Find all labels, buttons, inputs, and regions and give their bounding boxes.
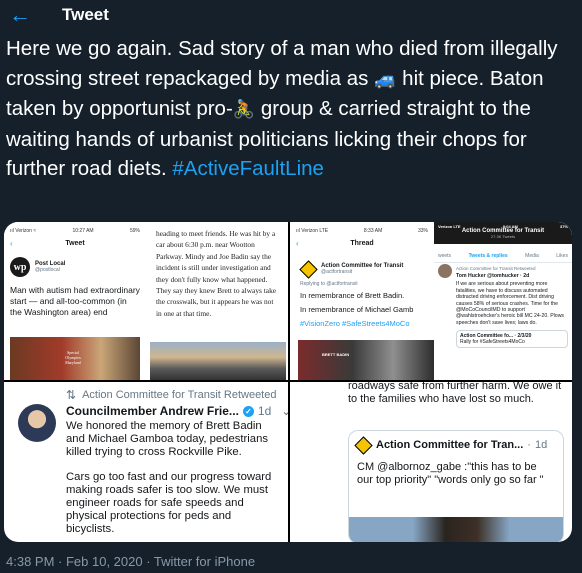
thread-line-2: In remembrance of Michael Gamb bbox=[300, 305, 414, 314]
retweet-icon: ⇅ bbox=[66, 388, 77, 402]
status-carrier: ııl Verizon ≈ bbox=[10, 228, 37, 234]
quote-header: Action Committee for Tran... · 1d bbox=[353, 435, 563, 455]
rt-text: If we are serious about preventing more … bbox=[456, 281, 565, 326]
author-row: Councilmember Andrew Frie... ✓ 1d ⌄ bbox=[66, 404, 288, 418]
tweet-meta: 4:38 PM · Feb 10, 2020 · Twitter for iPh… bbox=[6, 554, 256, 569]
article-text: heading to meet friends. He was hit by a… bbox=[156, 229, 277, 318]
tab-media: Media bbox=[525, 253, 539, 259]
thread-text: In remembrance of Brett Badin. In rememb… bbox=[300, 289, 434, 331]
thread-line-1: In remembrance of Brett Badin. bbox=[300, 291, 405, 300]
page-title: Tweet bbox=[62, 5, 109, 24]
car-emoji: 🚙 bbox=[374, 68, 397, 89]
status-bar: ııl Verizon LTE 8:33 AM 33% bbox=[290, 222, 434, 234]
warning-sign-icon bbox=[353, 435, 373, 455]
chevron-left-icon: ‹ bbox=[296, 239, 299, 248]
tab-tweets-replies: Tweets & replies bbox=[468, 253, 508, 259]
post-text: Man with autism had extraordinary start … bbox=[10, 285, 140, 317]
profile-subtitle: 27.3K Tweets bbox=[490, 234, 516, 239]
warning-sign-icon bbox=[298, 259, 318, 279]
status-time: 10:27 AM bbox=[72, 228, 94, 234]
account-row: Action Committee for Transit @actfortran… bbox=[298, 259, 434, 279]
arrow-left-icon[interactable]: ← bbox=[0, 0, 40, 30]
photo-caption: BRETT BADIN bbox=[322, 352, 350, 357]
continuation-text: roadways safe from further harm. We owe … bbox=[348, 382, 562, 405]
screenshot-article-panel: heading to meet friends. He was hit by a… bbox=[146, 222, 288, 380]
quote-tweet-card: Action Committee for Tran... · 1d CM @al… bbox=[348, 430, 564, 542]
top-bar: ← Tweet bbox=[0, 0, 582, 30]
tweet-time: 1d bbox=[257, 404, 272, 418]
media-image-3[interactable]: ⇅ Action Committee for Transit Retweeted… bbox=[4, 382, 288, 542]
retweet-label-text: Action Committee for Transit Retweeted bbox=[82, 389, 277, 401]
wp-logo-icon: wp bbox=[10, 257, 30, 277]
thread-hashtags: #VisionZero #SafeStreets4MoCo bbox=[300, 319, 410, 328]
quote-card: Action Committee fo... · 2/3/20 Rally fo… bbox=[456, 330, 568, 349]
tweet-text: Here we go again. Sad story of a man who… bbox=[6, 34, 578, 184]
verified-icon: ✓ bbox=[242, 406, 254, 418]
tab-likes: Likes bbox=[556, 253, 568, 259]
profile-tabs: weets Tweets & replies Media Likes bbox=[434, 250, 572, 263]
profile-header: Verizon LTE 8:04 AM 37% Action Committee… bbox=[434, 222, 572, 244]
cyclist-emoji: 🚴 bbox=[232, 99, 256, 119]
quote-author: Action Committee for Tran... bbox=[376, 439, 524, 451]
quote-text: CM @albornoz_gabe :"this has to be our t… bbox=[357, 461, 544, 486]
mini-title: Thread bbox=[350, 240, 374, 247]
tab-tweets: weets bbox=[438, 253, 452, 259]
status-battery: 33% bbox=[417, 228, 428, 234]
rt-author: Tom Hucker @tomhucker · 2d bbox=[456, 273, 530, 279]
media-image-2[interactable]: ııl Verizon LTE 8:33 AM 33% ‹ Thread Act… bbox=[290, 222, 572, 380]
quote-time: 1d bbox=[534, 439, 548, 451]
media-image-1[interactable]: ııl Verizon ≈ 10:27 AM 59% ‹ Tweet wp Po… bbox=[4, 222, 288, 380]
screenshot-tweet-panel: ııl Verizon ≈ 10:27 AM 59% ‹ Tweet wp Po… bbox=[4, 222, 146, 380]
retweet-para-2: Cars go too fast and our progress toward… bbox=[66, 470, 272, 536]
author-name: Councilmember Andrew Frie... bbox=[66, 404, 239, 418]
mini-title: Tweet bbox=[65, 240, 85, 247]
quote-text: Rally for #SafeStreets4MoCo bbox=[460, 339, 525, 346]
hashtag-link[interactable]: #ActiveFaultLine bbox=[172, 157, 324, 180]
road-photo bbox=[150, 342, 286, 380]
status-time: 8:04 AM bbox=[502, 224, 518, 229]
memorial-photo: BRETT BADIN bbox=[298, 340, 434, 380]
quote-time-sep: · bbox=[527, 439, 531, 451]
retweet-para-1: We honored the memory of Brett Badin and… bbox=[66, 420, 268, 459]
chevron-left-icon: ‹ bbox=[10, 239, 13, 248]
retweet-body: We honored the memory of Brett Badin and… bbox=[66, 420, 282, 542]
screenshot-profile-panel: Verizon LTE 8:04 AM 37% Action Committee… bbox=[434, 222, 572, 380]
account-handle: @postlocal bbox=[35, 267, 60, 273]
replying-to: Replying to @actfortransit bbox=[300, 281, 358, 287]
account-row: wp Post Local @postlocal bbox=[10, 257, 146, 277]
chevron-down-icon: ⌄ bbox=[281, 404, 288, 418]
retweet-label: ⇅ Action Committee for Transit Retweeted bbox=[66, 388, 288, 402]
media-grid: ııl Verizon ≈ 10:27 AM 59% ‹ Tweet wp Po… bbox=[4, 222, 572, 542]
quote-photo bbox=[349, 517, 563, 542]
account-handle: @actfortransit bbox=[321, 269, 353, 275]
screenshot-thread-panel: ııl Verizon LTE 8:33 AM 33% ‹ Thread Act… bbox=[290, 222, 434, 380]
status-carrier: ııl Verizon LTE bbox=[296, 228, 329, 234]
avatar bbox=[18, 404, 56, 442]
status-carrier: Verizon LTE bbox=[438, 224, 461, 229]
avatar bbox=[438, 264, 452, 278]
sign-text: Special Olympics Maryland bbox=[65, 350, 81, 365]
status-battery: 59% bbox=[129, 228, 140, 234]
status-bar: ııl Verizon ≈ 10:27 AM 59% bbox=[4, 222, 146, 234]
status-bar: Verizon LTE 8:04 AM 37% bbox=[434, 222, 572, 229]
media-image-4[interactable]: roadways safe from further harm. We owe … bbox=[290, 382, 572, 542]
status-battery: 37% bbox=[559, 224, 568, 229]
status-time: 8:33 AM bbox=[363, 228, 383, 234]
